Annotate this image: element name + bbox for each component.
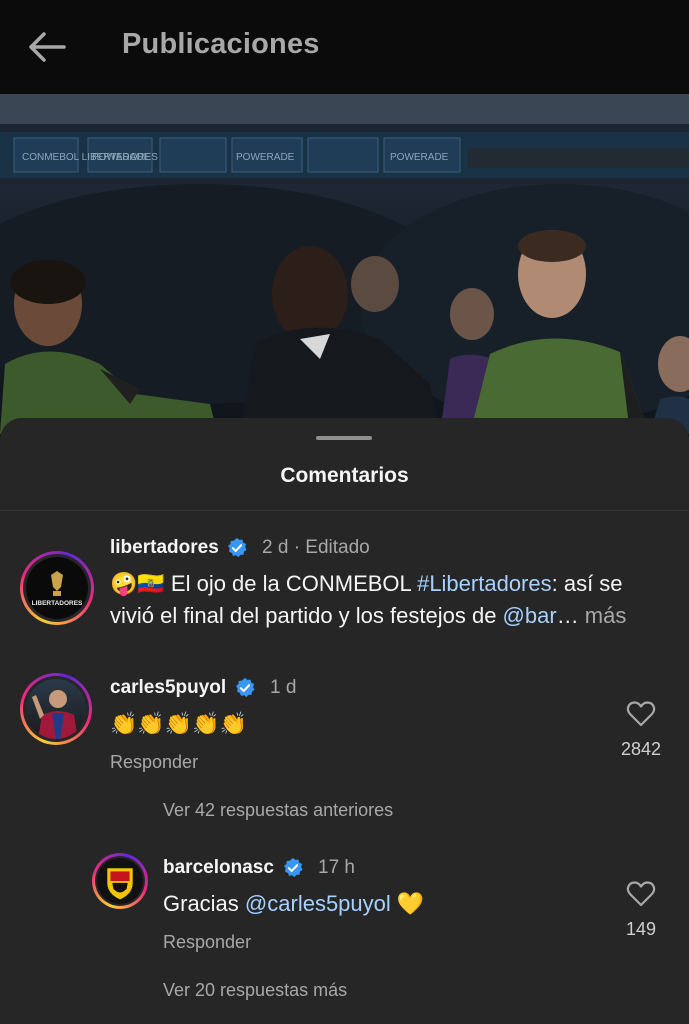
back-arrow-icon[interactable] (24, 26, 70, 68)
avatar-carles5puyol[interactable] (20, 673, 92, 745)
hashtag-link[interactable]: #Libertadores (417, 571, 552, 596)
drag-handle[interactable] (316, 436, 372, 440)
reply-mention-link[interactable]: @carles5puyol (245, 891, 391, 916)
top-bar: Publicaciones (0, 0, 689, 94)
avatar-barcelonasc[interactable] (92, 853, 148, 909)
heart-icon[interactable] (626, 880, 656, 908)
page-title: Publicaciones (122, 28, 320, 60)
comments-sheet: Comentarios LIBERTADORES libertadores 2 … (0, 418, 689, 1024)
barcelona-sc-crest-icon (105, 866, 135, 901)
verified-badge-icon (236, 677, 255, 698)
verified-badge-icon (284, 857, 303, 878)
reply-emoji: 💛 (390, 891, 425, 916)
comment-username[interactable]: carles5puyol (110, 677, 226, 699)
caption-ellipsis: … (556, 603, 579, 628)
post-image[interactable]: CONMEBOL LIBERTADORES POWERADE POWERADE … (0, 94, 689, 434)
view-more-replies[interactable]: Ver 20 respuestas más (163, 980, 347, 1001)
caption-text-2: : así se (551, 571, 623, 596)
avatar-logo-text: LIBERTADORES (32, 600, 83, 607)
reply-text-prefix: Gracias (163, 891, 245, 916)
more-button[interactable]: más (579, 603, 627, 628)
caption-text-3: vivió el final del partido y los festejo… (110, 603, 503, 628)
heart-icon[interactable] (626, 700, 656, 728)
reply-time: 17 h (318, 857, 355, 878)
reply-button[interactable]: Responder (110, 752, 198, 773)
avatar-libertadores[interactable]: LIBERTADORES (20, 551, 94, 625)
verified-badge-icon (228, 537, 247, 558)
reply-like-count: 149 (625, 919, 657, 939)
banner-text: POWERADE (390, 152, 449, 163)
like-count: 2842 (620, 739, 662, 759)
view-previous-replies[interactable]: Ver 42 respuestas anteriores (163, 800, 393, 821)
caption-text-1: El ojo de la CONMEBOL (164, 571, 418, 596)
banner-text: POWERADE (236, 152, 295, 163)
comment-time: 1 d (270, 677, 297, 698)
mention-link[interactable]: @bar (503, 603, 557, 628)
caption-emojis: 🤪🇪🇨 (110, 571, 165, 596)
caption-username[interactable]: libertadores (110, 537, 219, 559)
caption-text: 🤪🇪🇨 El ojo de la CONMEBOL #Libertadores:… (110, 568, 680, 632)
reply-text: Gracias @carles5puyol 💛 (163, 888, 424, 920)
reply-reply-button[interactable]: Responder (163, 932, 251, 953)
sheet-title: Comentarios (280, 464, 409, 487)
banner-text: POWERADE (92, 152, 151, 163)
divider (0, 510, 689, 511)
reply-username[interactable]: barcelonasc (163, 857, 274, 879)
comment-text: 👏👏👏👏👏 (110, 711, 247, 736)
caption-time: 2 d · Editado (262, 537, 370, 558)
trophy-icon (51, 571, 63, 591)
